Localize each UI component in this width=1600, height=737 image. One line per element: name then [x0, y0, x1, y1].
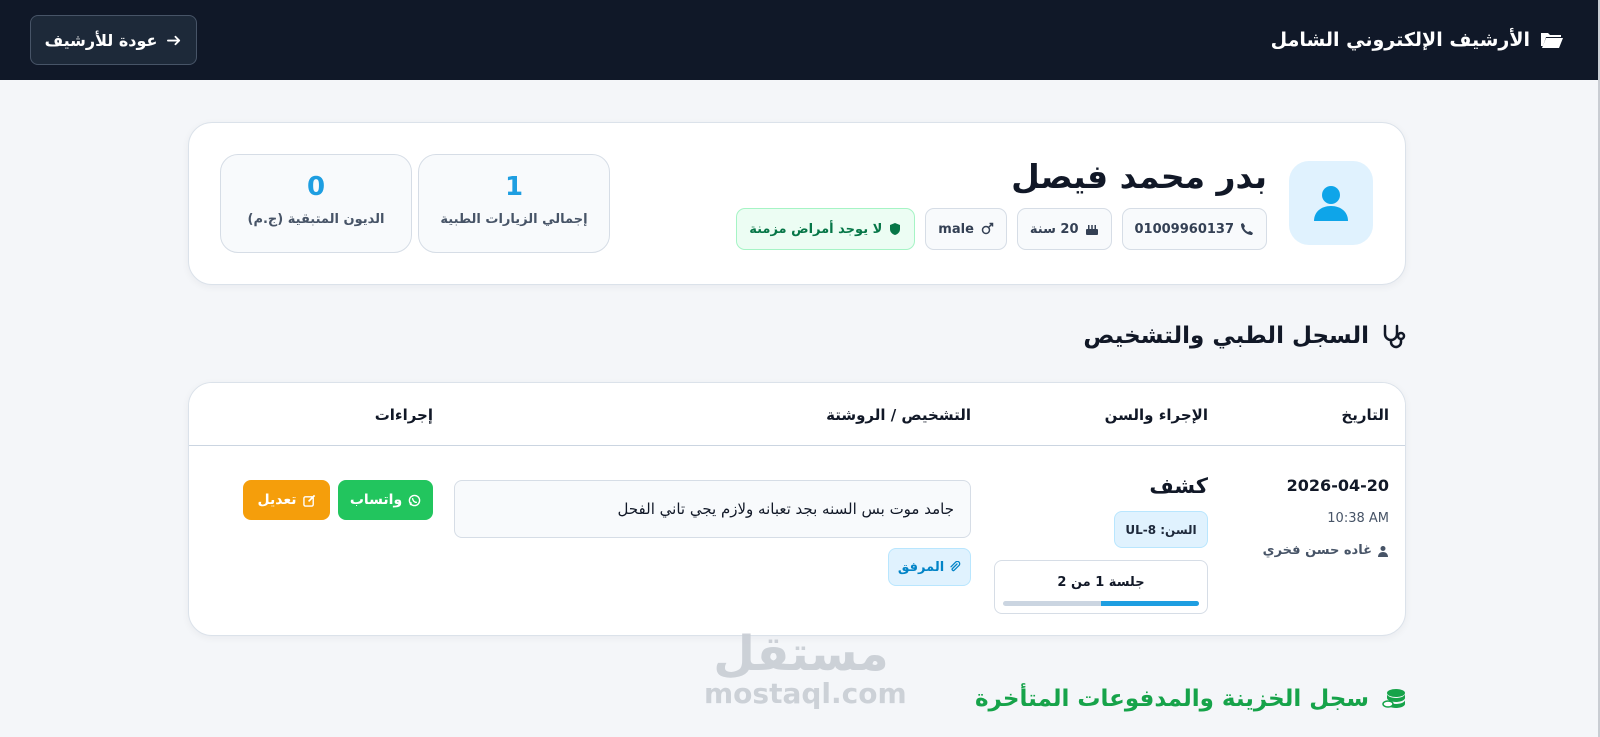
- patient-info-chips: 01009960137 20 سنة male لا يوجد أمراض مز…: [736, 208, 1267, 250]
- brand: الأرشيف الإلكتروني الشامل: [1271, 29, 1564, 51]
- doctor-icon: [1378, 545, 1388, 557]
- coins-icon: [1382, 689, 1405, 708]
- gender-value: male: [938, 221, 974, 237]
- record-procedure: كشف: [1149, 474, 1208, 498]
- brand-title: الأرشيف الإلكتروني الشامل: [1270, 29, 1530, 51]
- record-date: 2026-04-20: [1286, 476, 1389, 495]
- tooth-badge: السن: UL-8: [1114, 511, 1208, 548]
- stat-debts-value: 0: [306, 172, 326, 202]
- session-label: جلسة 1 من 2: [1057, 575, 1145, 590]
- chronic-status-chip: لا يوجد أمراض مزمنة: [736, 208, 916, 250]
- whatsapp-label: واتساب: [349, 492, 403, 508]
- patient-profile-card: بدر محمد فيصل 01009960137 20 سنة male لا…: [188, 122, 1406, 285]
- watermark-arabic: مستقل: [713, 626, 889, 682]
- cake-icon: [1085, 225, 1098, 235]
- row-actions: واتساب تعديل: [243, 480, 433, 520]
- whatsapp-icon: [408, 494, 421, 506]
- column-diagnosis: التشخيص / الروشتة: [826, 406, 971, 424]
- stat-debts: 0 الديون المتبقية (ج.م): [220, 154, 412, 253]
- phone-icon: [1241, 223, 1253, 235]
- patient-name: بدر محمد فيصل: [1011, 157, 1267, 196]
- edit-label: تعديل: [257, 492, 297, 508]
- arrow-right-icon: [167, 35, 181, 45]
- age-info-chip: 20 سنة: [1016, 208, 1112, 250]
- record-doctor: غاده حسن فخري: [1263, 543, 1389, 558]
- top-bar: الأرشيف الإلكتروني الشامل عودة للأرشيف: [0, 0, 1600, 80]
- folder-open-icon: [1541, 33, 1563, 48]
- back-label: عودة للأرشيف: [44, 30, 158, 50]
- watermark: مستقل mostaql.com: [704, 626, 907, 710]
- progress-fill: [1101, 601, 1199, 606]
- stethoscope-icon: [1383, 324, 1406, 349]
- whatsapp-button[interactable]: واتساب: [338, 480, 433, 520]
- phone-chip: 01009960137: [1121, 208, 1267, 250]
- user-icon: [1314, 186, 1348, 221]
- stat-visits-value: 1: [504, 172, 524, 202]
- medical-records-table: التاريخ الإجراء والسن التشخيص / الروشتة …: [188, 382, 1406, 636]
- column-date: التاريخ: [1341, 406, 1389, 424]
- medical-record-title-text: السجل الطبي والتشخيص: [1083, 323, 1369, 349]
- diagnosis-text: جامد موت بس السنه بجد تعبانه ولازم يجي ت…: [454, 480, 971, 538]
- age-value: 20 سنة: [1029, 221, 1079, 237]
- table-row: 2026-04-20 10:38 AM غاده حسن فخري كشف ال…: [189, 447, 1405, 635]
- treasury-title-text: سجل الخزينة والمدفوعات المتأخرة: [974, 686, 1369, 712]
- column-procedure: الإجراء والسن: [1104, 406, 1208, 424]
- paperclip-icon: [950, 561, 961, 572]
- attachment-label: المرفق: [897, 559, 945, 575]
- medical-record-title: السجل الطبي والتشخيص: [1083, 323, 1407, 349]
- record-doctor-name: غاده حسن فخري: [1262, 543, 1372, 558]
- stat-debts-label: الديون المتبقية (ج.م): [247, 212, 385, 227]
- watermark-english: mostaql.com: [704, 677, 907, 710]
- edit-button[interactable]: تعديل: [243, 480, 330, 520]
- stat-visits: 1 إجمالي الزيارات الطبية: [418, 154, 610, 253]
- avatar: [1289, 161, 1373, 245]
- attachment-button[interactable]: المرفق: [888, 548, 971, 586]
- stat-visits-label: إجمالي الزيارات الطبية: [440, 212, 588, 227]
- record-time: 10:38 AM: [1327, 511, 1389, 526]
- gender-icon: [981, 222, 994, 235]
- chronic-status-value: لا يوجد أمراض مزمنة: [749, 221, 883, 237]
- shield-icon: [890, 223, 901, 235]
- column-actions: إجراءات: [374, 406, 433, 424]
- phone-value: 01009960137: [1134, 221, 1235, 237]
- session-progress: جلسة 1 من 2: [994, 560, 1208, 614]
- treasury-title: سجل الخزينة والمدفوعات المتأخرة: [975, 686, 1407, 712]
- table-header: التاريخ الإجراء والسن التشخيص / الروشتة …: [189, 383, 1405, 446]
- edit-icon: [302, 494, 315, 507]
- progress-track: [1003, 601, 1199, 606]
- gender-chip: male: [925, 208, 1007, 250]
- back-to-archive-button[interactable]: عودة للأرشيف: [30, 15, 197, 65]
